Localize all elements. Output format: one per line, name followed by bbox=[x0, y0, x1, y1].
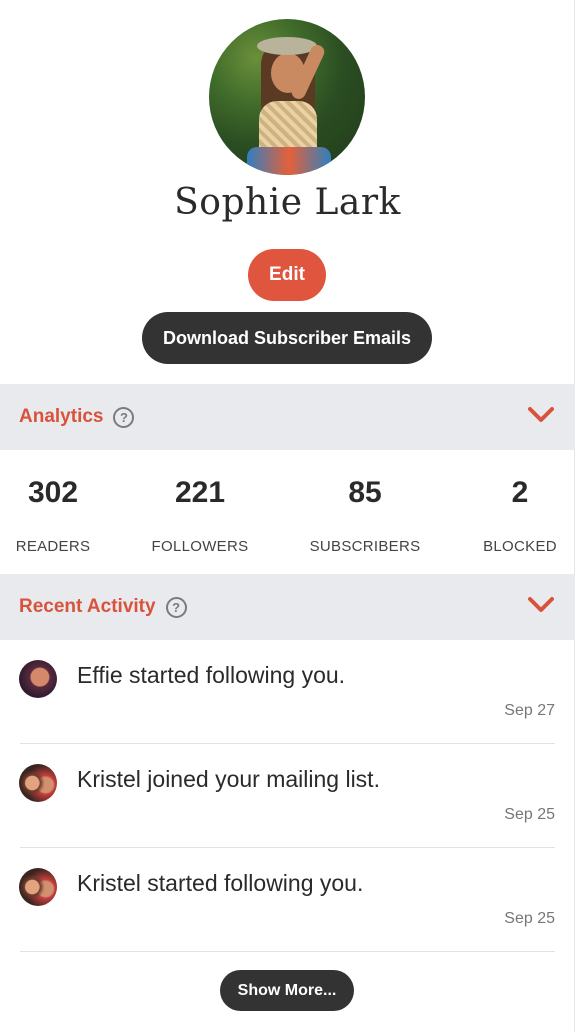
chevron-down-icon[interactable] bbox=[527, 406, 555, 424]
stat-value: 85 bbox=[348, 476, 382, 509]
question-circle-icon[interactable]: ? bbox=[165, 596, 187, 618]
edit-button[interactable]: Edit bbox=[248, 249, 326, 301]
list-item[interactable]: Effie started following you. Sep 27 bbox=[19, 640, 555, 744]
activity-date: Sep 25 bbox=[504, 806, 555, 823]
activity-date: Sep 25 bbox=[504, 910, 555, 927]
stat-label: READERS bbox=[15, 538, 91, 555]
list-item[interactable]: Kristel joined your mailing list. Sep 25 bbox=[19, 744, 555, 848]
list-item[interactable]: Kristel started following you. Sep 25 bbox=[19, 848, 555, 952]
question-circle-icon[interactable]: ? bbox=[113, 406, 135, 428]
avatar[interactable] bbox=[19, 764, 57, 802]
profile-avatar bbox=[209, 19, 365, 175]
stat-subscribers: 85 SUBSCRIBERS bbox=[305, 450, 425, 555]
stat-value: 221 bbox=[174, 476, 226, 509]
activity-text: Effie started following you. bbox=[77, 662, 346, 688]
activity-date: Sep 27 bbox=[504, 702, 555, 719]
stat-label: FOLLOWERS bbox=[151, 538, 249, 555]
profile-page: Sophie Lark Edit Download Subscriber Ema… bbox=[0, 0, 575, 1032]
profile-name: Sophie Lark bbox=[174, 182, 401, 223]
chevron-down-icon[interactable] bbox=[527, 596, 555, 614]
avatar[interactable] bbox=[19, 868, 57, 906]
stat-label: SUBSCRIBERS bbox=[309, 538, 421, 555]
stat-followers: 221 FOLLOWERS bbox=[145, 450, 255, 555]
analytics-header[interactable]: Analytics ? bbox=[0, 384, 575, 450]
stat-blocked: 2 BLOCKED bbox=[478, 450, 562, 555]
activity-text: Kristel started following you. bbox=[77, 870, 364, 896]
stat-value: 2 bbox=[511, 476, 529, 509]
recent-activity-title: Recent Activity bbox=[19, 596, 156, 617]
stat-label: BLOCKED bbox=[483, 538, 557, 555]
avatar[interactable] bbox=[19, 660, 57, 698]
activity-text: Kristel joined your mailing list. bbox=[77, 766, 380, 792]
profile-header: Sophie Lark Edit Download Subscriber Ema… bbox=[0, 0, 574, 384]
recent-activity-header[interactable]: Recent Activity ? bbox=[0, 574, 575, 640]
analytics-title: Analytics bbox=[19, 406, 104, 427]
stat-readers: 302 READERS bbox=[6, 450, 100, 555]
show-more-button[interactable]: Show More... bbox=[220, 970, 354, 1011]
activity-list: Effie started following you. Sep 27 Kris… bbox=[0, 640, 575, 952]
analytics-stats: 302 READERS 221 FOLLOWERS 85 SUBSCRIBERS… bbox=[0, 450, 575, 574]
stat-value: 302 bbox=[27, 476, 79, 509]
download-subscriber-emails-button[interactable]: Download Subscriber Emails bbox=[142, 312, 432, 364]
